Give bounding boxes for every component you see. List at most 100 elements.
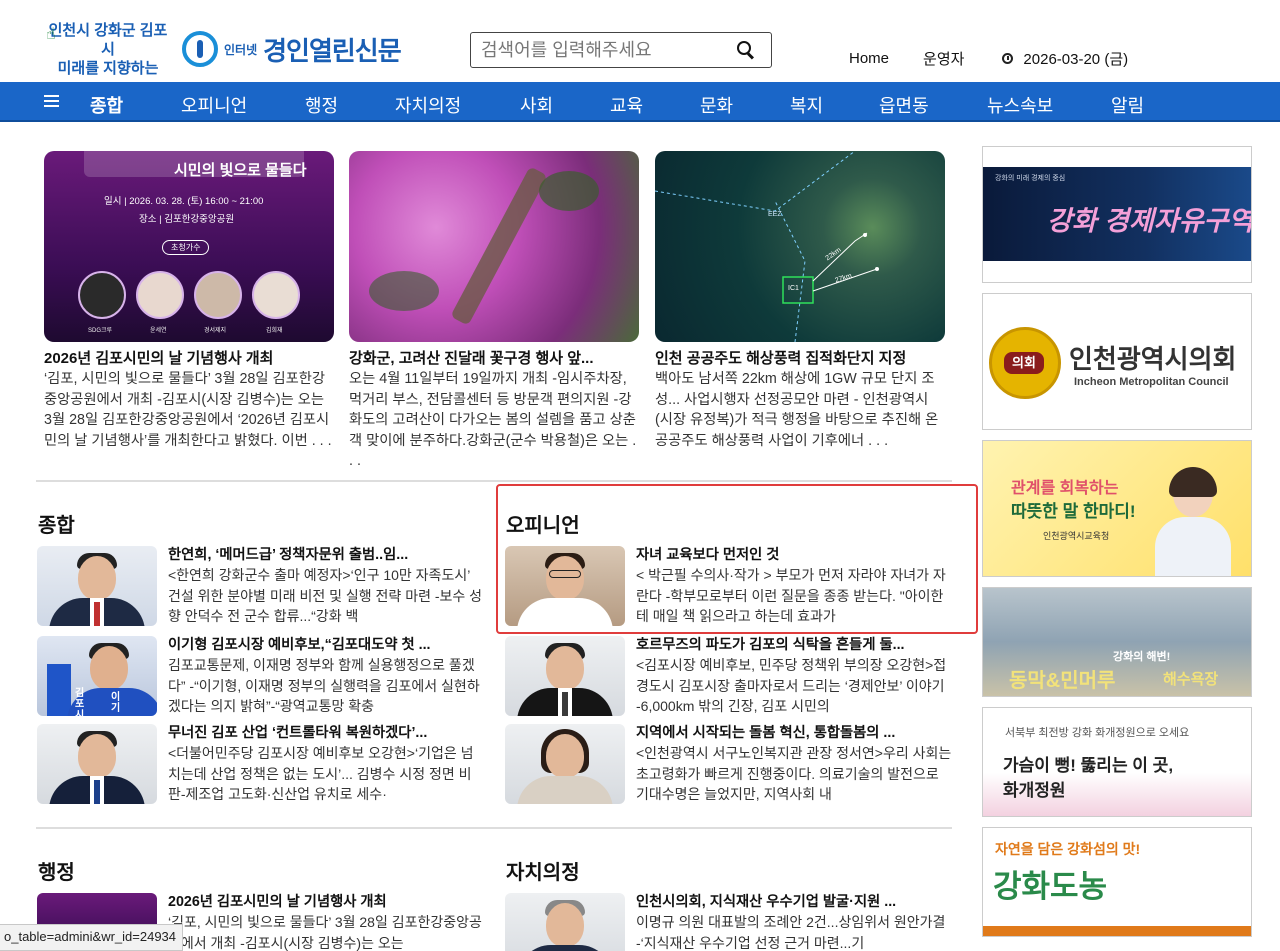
site-logo[interactable]: 인천시 강화군 김포시 미래를 지향하는 인터넷 경인열린신문 [44,22,402,77]
article-thumbnail[interactable] [505,893,625,951]
nav-item-breaking-news[interactable]: 뉴스속보 [987,92,1053,118]
nav-item-culture[interactable]: 문화 [700,92,733,118]
card-title[interactable]: 강화군, 고려산 진달래 꽃구경 행사 앞... [349,349,639,369]
article-title[interactable]: 무너진 김포 산업 ‘컨트롤타워 복원하겠다’... [168,724,487,742]
main-nav: 종합 오피니언 행정 자치의정 사회 교육 문화 복지 읍면동 뉴스속보 알림 [0,82,1280,122]
singer-name: 경서제지 [204,328,227,334]
slogan-line-1: 인천시 강화군 김포시 [48,21,168,58]
menu-icon[interactable] [44,95,59,107]
card-desc: ‘김포, 시민의 빛으로 물들다’ 3월 28일 김포한강중앙공원에서 개최 -… [44,371,332,449]
ad-banner-incheon-council[interactable]: 의회 인천광역시의회 Incheon Metropolitan Council [982,293,1252,430]
ad-banner-beach[interactable]: 강화의 해변! 동막&민머루 해수욕장 [982,587,1252,697]
nav-item-council[interactable]: 자치의정 [395,92,461,118]
logo-slogan: 인천시 강화군 김포시 미래를 지향하는 [44,21,172,78]
list-item[interactable]: 한연희, ‘메머드급’ 정책자문위 출범..임... <한연희 강화군수 출마 … [37,546,487,628]
singer-photo [252,271,300,319]
home-link[interactable]: Home [849,50,889,67]
article-title[interactable]: 2026년 김포시민의 날 기념행사 개최 [168,893,487,911]
logo-mark-icon [182,31,218,67]
list-item[interactable]: 인천시의회, 지식재산 우수기업 발굴·지원 ... 이명규 의원 대표발의 조… [505,893,955,951]
article-desc: 김포교통문제, 이재명 정부와 함께 실용행정으로 풀겠다” -“이기형, 이재… [168,657,480,714]
ad-banner-ganghwa-fez[interactable]: 강화의 미래 경제의 중심 강화 경제자유구역 [982,146,1252,283]
singer-photo [78,271,126,319]
campaign-sign-text: 이기 [111,692,121,714]
logo-name: 경인열린신문 [263,35,402,66]
poster-date: 일시 | 2026. 03. 28. (토) 16:00 ~ 21:00 [104,196,264,207]
ad-small-text: 강화의 해변! [1113,651,1171,663]
headline-card[interactable]: 강화군, 고려산 진달래 꽃구경 행사 앞... 오는 4월 11일부터 19일… [349,151,639,471]
card-image-map[interactable]: EEZ IC1 22km 27km [655,151,945,342]
headline-card[interactable]: 시민의 빛으로 물들다 일시 | 2026. 03. 28. (토) 16:00… [44,151,334,471]
article-desc: ‘김포, 시민의 빛으로 물들다’ 3월 28일 김포한강중앙공원에서 개최 -… [168,914,482,951]
nav-item-admin[interactable]: 행정 [305,92,338,118]
article-desc: <더불어민주당 김포시장 예비후보 오강현>‘기업은 넘치는데 산업 정책은 없… [168,745,474,802]
nav-item-towns[interactable]: 읍면동 [879,92,929,118]
ad-text: 해수욕장 [1163,671,1219,688]
nav-item-welfare[interactable]: 복지 [790,92,823,118]
ad-text: 가슴이 뻥! 뚫리는 이 곳, [1003,756,1174,775]
singer-photo [136,271,184,319]
map-label: EEZ [768,211,782,218]
selection-highlight [496,484,978,634]
singer-name: SDG크루 [88,328,113,334]
section-title-admin[interactable]: 행정 [38,856,75,885]
article-title[interactable]: 인천시의회, 지식재산 우수기업 발굴·지원 ... [636,893,955,911]
card-title[interactable]: 2026년 김포시민의 날 기념행사 개최 [44,349,334,369]
ad-text: 따뜻한 말 한마디! [1011,502,1136,521]
list-item[interactable]: 호르무즈의 파도가 김포의 식탁을 흔들게 둘... <김포시장 예비후보, 민… [505,636,955,718]
poster-badge: 초청가수 [162,240,210,255]
section-divider [36,480,952,482]
nav-item-education[interactable]: 교육 [610,92,643,118]
nav-item-opinion[interactable]: 오피니언 [181,92,247,118]
ad-banner-hwagae-garden[interactable]: 서북부 최전방 강화 화개정원으로 오세요 가슴이 뻥! 뚫리는 이 곳, 화개… [982,707,1252,817]
ad-small-text: 서북부 최전방 강화 화개정원으로 오세요 [1005,727,1190,739]
ad-banner-education[interactable]: 관계를 회복하는 따뜻한 말 한마디! 인천광역시교육청 [982,440,1252,577]
nav-item-society[interactable]: 사회 [520,92,553,118]
search-box [470,32,772,68]
list-item[interactable]: 지역에서 시작되는 돌봄 혁신, 통합돌봄의 ... <인천광역시 서구노인복지… [505,724,955,806]
search-icon[interactable] [737,41,753,57]
section-title-general[interactable]: 종합 [38,509,75,538]
list-item[interactable]: 무너진 김포 산업 ‘컨트롤타워 복원하겠다’... <더불어민주당 김포시장 … [37,724,487,806]
ad-text: 관계를 회복하는 [1011,480,1119,497]
map-label: IC1 [788,285,799,292]
article-title[interactable]: 호르무즈의 파도가 김포의 식탁을 흔들게 둘... [636,636,955,654]
article-thumbnail[interactable]: 김포시장 이기 [37,636,157,716]
singer-name: 김희재 [266,328,283,334]
card-image-festival[interactable]: 시민의 빛으로 물들다 일시 | 2026. 03. 28. (토) 16:00… [44,151,334,342]
card-title[interactable]: 인천 공공주도 해상풍력 집적화단지 지정 [655,349,945,369]
poster-place: 장소 | 김포한강중앙공원 [139,214,235,225]
hand-cursor-icon: ☝ [46,24,56,43]
card-desc: 오는 4월 11일부터 19일까지 개최 -임시주차장, 먹거리 부스, 전담콜… [349,371,637,469]
ad-text: 인천광역시의회 [1069,344,1237,374]
nav-item-notice[interactable]: 알림 [1111,92,1144,118]
logo-small-text: 인터넷 [224,42,258,57]
search-input[interactable] [471,39,721,61]
article-title[interactable]: 한연희, ‘메머드급’ 정책자문위 출범..임... [168,546,487,564]
article-desc: <인천광역시 서구노인복지관 관장 정서연>우리 사회는 초고령화가 빠르게 진… [636,745,952,802]
list-item[interactable]: 김포시장 이기 이기형 김포시장 예비후보,“김포대도약 첫 ... 김포교통문… [37,636,487,718]
council-seal-icon: 의회 [1004,352,1044,374]
article-thumbnail[interactable] [505,724,625,804]
nav-item-general[interactable]: 종합 [90,92,123,118]
article-title[interactable]: 지역에서 시작되는 돌봄 혁신, 통합돌봄의 ... [636,724,955,742]
article-thumbnail[interactable] [37,724,157,804]
ad-text: 강화 경제자유구역 [1047,206,1252,236]
section-divider [36,827,952,829]
ad-text: Incheon Metropolitan Council [1074,376,1229,388]
article-desc: 이명규 의원 대표발의 조례안 2건...상임위서 원안가결 -‘지식재산 우수… [636,914,946,951]
ad-text: 화개정원 [1003,781,1066,800]
ad-text: 강화도농 [993,869,1108,904]
campaign-sign-text: 김포시장 [75,688,85,716]
slogan-line-2: 미래를 지향하는 [57,59,159,77]
operator-link[interactable]: 운영자 [923,48,964,69]
card-image-azalea[interactable] [349,151,639,342]
ad-banner-ganghwa-farm[interactable]: 자연을 담은 강화섬의 맛! 강화도농 [982,827,1252,937]
headline-card[interactable]: EEZ IC1 22km 27km 인천 공공주도 해상풍력 집적화단지 지정 … [655,151,945,471]
map-overlay [655,151,879,342]
article-desc: <김포시장 예비후보, 민주당 정책위 부의장 오강현>접경도시 김포시장 출마… [636,657,947,714]
article-title[interactable]: 이기형 김포시장 예비후보,“김포대도약 첫 ... [168,636,487,654]
article-thumbnail[interactable] [37,546,157,626]
article-thumbnail[interactable] [505,636,625,716]
section-title-council[interactable]: 자치의정 [506,856,580,885]
